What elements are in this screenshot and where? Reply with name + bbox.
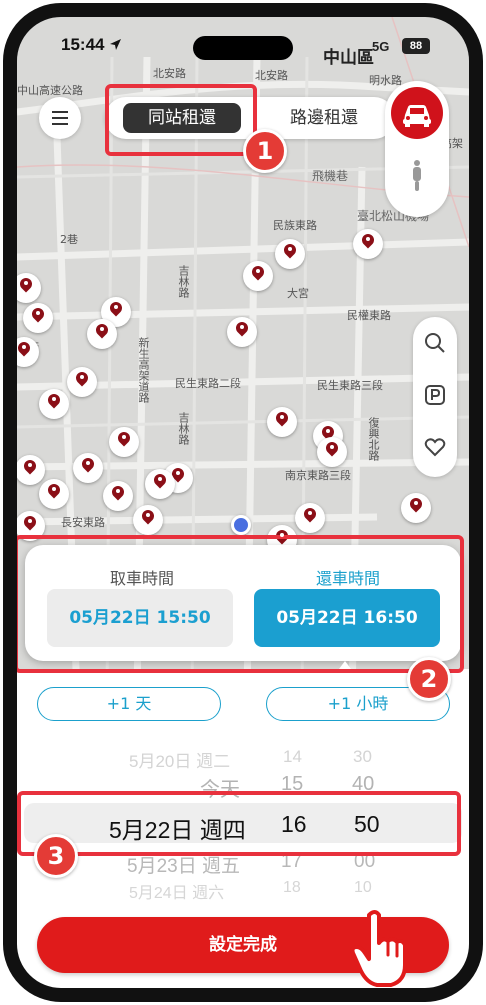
- station-pin[interactable]: [353, 229, 383, 259]
- map-label: 中山高速公路: [17, 84, 83, 97]
- menu-icon: [52, 123, 68, 125]
- menu-icon: [52, 117, 68, 119]
- picker-date: 5月20日 週二: [129, 752, 231, 771]
- station-pin[interactable]: [295, 503, 325, 533]
- map-label: 北安路: [153, 67, 186, 80]
- district-label: 中山區: [323, 48, 374, 68]
- map-label: 民生東路三段: [317, 379, 383, 392]
- vehicle-type-panel: [385, 81, 449, 217]
- car-button[interactable]: [391, 87, 443, 139]
- phone-frame: 北安路 北安路 明水路 中山高速公路 高架 飛機巷 臺北松山機場 民族東路 2巷…: [0, 0, 486, 1005]
- network-indicator: 5G: [372, 39, 390, 54]
- picker-minute: 30: [353, 747, 372, 766]
- annotation-badge-1: 1: [243, 129, 287, 173]
- scooter-icon[interactable]: [407, 159, 427, 193]
- map-label: 新生高架道路: [137, 337, 150, 403]
- heart-icon[interactable]: [423, 435, 447, 459]
- tab-roadside[interactable]: 路邊租還: [269, 103, 379, 133]
- station-pin[interactable]: [317, 437, 347, 467]
- annotation-box-2: [17, 535, 464, 673]
- map-label: 長安東路: [61, 516, 105, 529]
- station-pin[interactable]: [243, 261, 273, 291]
- location-arrow-icon: [110, 39, 122, 50]
- picker-hour: 14: [283, 747, 302, 766]
- station-pin[interactable]: [145, 469, 175, 499]
- map-label: 南京東路三段: [285, 469, 351, 482]
- annotation-box-1: [105, 84, 257, 156]
- search-icon[interactable]: [423, 331, 447, 355]
- station-pin[interactable]: [39, 389, 69, 419]
- map-label: 民生東路二段: [175, 377, 241, 390]
- map-tool-panel: [413, 317, 457, 477]
- dynamic-island: [193, 36, 293, 60]
- station-pin[interactable]: [67, 367, 97, 397]
- picker-hour: 18: [283, 879, 301, 896]
- station-pin[interactable]: [227, 317, 257, 347]
- station-pin[interactable]: [87, 319, 117, 349]
- map-label: 民權東路: [347, 309, 391, 322]
- picker-minute: 10: [354, 879, 372, 896]
- station-pin[interactable]: [267, 407, 297, 437]
- map-label: 吉林路: [177, 265, 190, 298]
- menu-button[interactable]: [39, 97, 81, 139]
- map-label: 北安路: [255, 69, 288, 82]
- station-pin[interactable]: [109, 427, 139, 457]
- hand-pointer-icon: [350, 910, 407, 987]
- station-pin[interactable]: [401, 493, 431, 523]
- map-label: 2巷: [60, 233, 78, 246]
- station-pin[interactable]: [23, 303, 53, 333]
- annotation-box-3: [17, 791, 461, 856]
- map-label: 大宮: [287, 287, 309, 300]
- plus-one-day-button[interactable]: +1 天: [37, 687, 221, 721]
- annotation-badge-2: 2: [407, 657, 451, 701]
- map-label: 吉林路: [177, 412, 190, 445]
- current-location-dot: [231, 515, 251, 535]
- annotation-badge-3: 3: [34, 834, 78, 878]
- station-pin[interactable]: [73, 453, 103, 483]
- menu-icon: [52, 111, 68, 113]
- map-label: 明水路: [369, 74, 402, 87]
- parking-icon[interactable]: [423, 383, 447, 407]
- status-time-text: 15:44: [61, 35, 105, 54]
- picker-row[interactable]: 5月20日 週二 14 30: [17, 747, 469, 771]
- app-screen: 北安路 北安路 明水路 中山高速公路 高架 飛機巷 臺北松山機場 民族東路 2巷…: [17, 17, 469, 988]
- car-icon: [403, 105, 431, 127]
- station-pin[interactable]: [39, 479, 69, 509]
- battery-indicator: 88: [402, 38, 430, 54]
- station-pin[interactable]: [275, 239, 305, 269]
- station-pin[interactable]: [103, 481, 133, 511]
- map-label: 復興北路: [367, 417, 380, 461]
- station-pin[interactable]: [133, 505, 163, 535]
- status-time: 15:44: [61, 35, 122, 55]
- picker-date: 5月24日 週六: [129, 885, 225, 902]
- map-label: 民族東路: [273, 219, 317, 232]
- picker-row[interactable]: 5月24日 週六 18 10: [17, 879, 469, 902]
- map-label: 飛機巷: [312, 169, 349, 183]
